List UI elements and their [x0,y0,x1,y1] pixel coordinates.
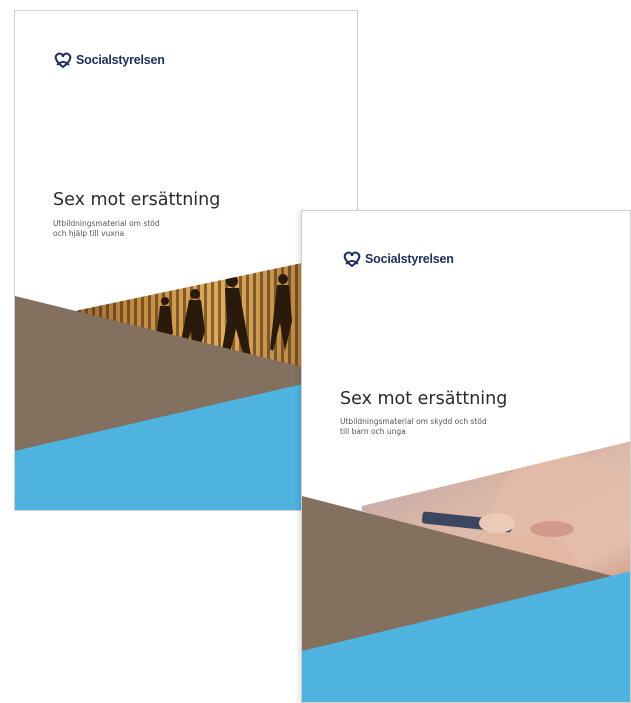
cover-subtitle-line: Utbildningsmaterial om skydd och stöd [340,417,487,426]
socialstyrelsen-logo: Socialstyrelsen [53,52,165,68]
cover-subtitle: Utbildningsmaterial om stöd och hjälp ti… [53,219,160,239]
cover-title: Sex mot ersättning [340,389,508,409]
cover-subtitle-line: till barn och unga [340,427,406,436]
cover-subtitle: Utbildningsmaterial om skydd och stöd ti… [340,417,487,437]
cover-artwork-youth [302,441,630,702]
cover-title: Sex mot ersättning [53,190,221,210]
socialstyrelsen-logo: Socialstyrelsen [342,251,454,267]
socialstyrelsen-emblem-icon [54,52,72,68]
logo-wordmark: Socialstyrelsen [76,53,165,67]
socialstyrelsen-emblem-icon [343,251,361,267]
report-cover-children-youth: Socialstyrelsen Sex mot ersättning Utbil… [301,210,631,703]
cover-subtitle-line: Utbildningsmaterial om stöd [53,219,160,228]
cover-subtitle-line: och hjälp till vuxna [53,229,125,238]
logo-wordmark: Socialstyrelsen [365,252,454,266]
